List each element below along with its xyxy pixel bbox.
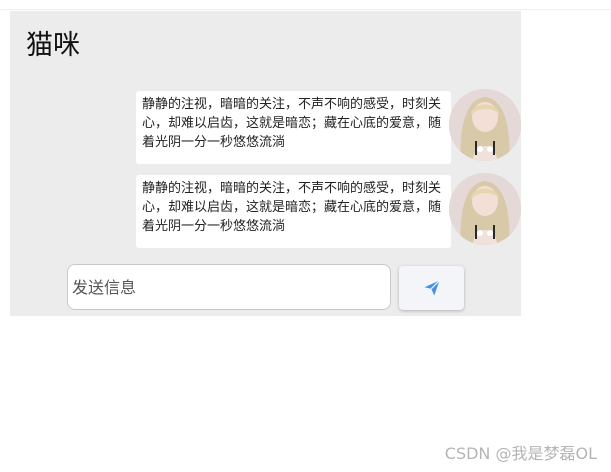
message-bubble: 静静的注视，暗暗的关注，不声不响的感受，时刻关心，却难以启齿，这就是暗恋；藏在心… (136, 91, 451, 164)
watermark: CSDN @我是梦磊OL (444, 444, 597, 463)
send-icon (399, 266, 464, 310)
chat-title: 猫咪 (26, 30, 80, 61)
top-divider (0, 9, 611, 10)
send-button[interactable] (399, 266, 464, 310)
chat-panel: 猫咪 静静的注视，暗暗的关注，不声不响的感受，时刻关心，却难以启齿，这就是暗恋；… (10, 11, 521, 316)
message-input[interactable] (67, 264, 391, 310)
message-row: 静静的注视，暗暗的关注，不声不响的感受，时刻关心，却难以启齿，这就是暗恋；藏在心… (10, 173, 521, 249)
message-composer (10, 263, 521, 311)
user-avatar[interactable] (449, 89, 521, 161)
message-bubble: 静静的注视，暗暗的关注，不声不响的感受，时刻关心，却难以启齿，这就是暗恋；藏在心… (136, 175, 451, 248)
user-avatar[interactable] (449, 173, 521, 245)
message-row: 静静的注视，暗暗的关注，不声不响的感受，时刻关心，却难以启齿，这就是暗恋；藏在心… (10, 89, 521, 165)
